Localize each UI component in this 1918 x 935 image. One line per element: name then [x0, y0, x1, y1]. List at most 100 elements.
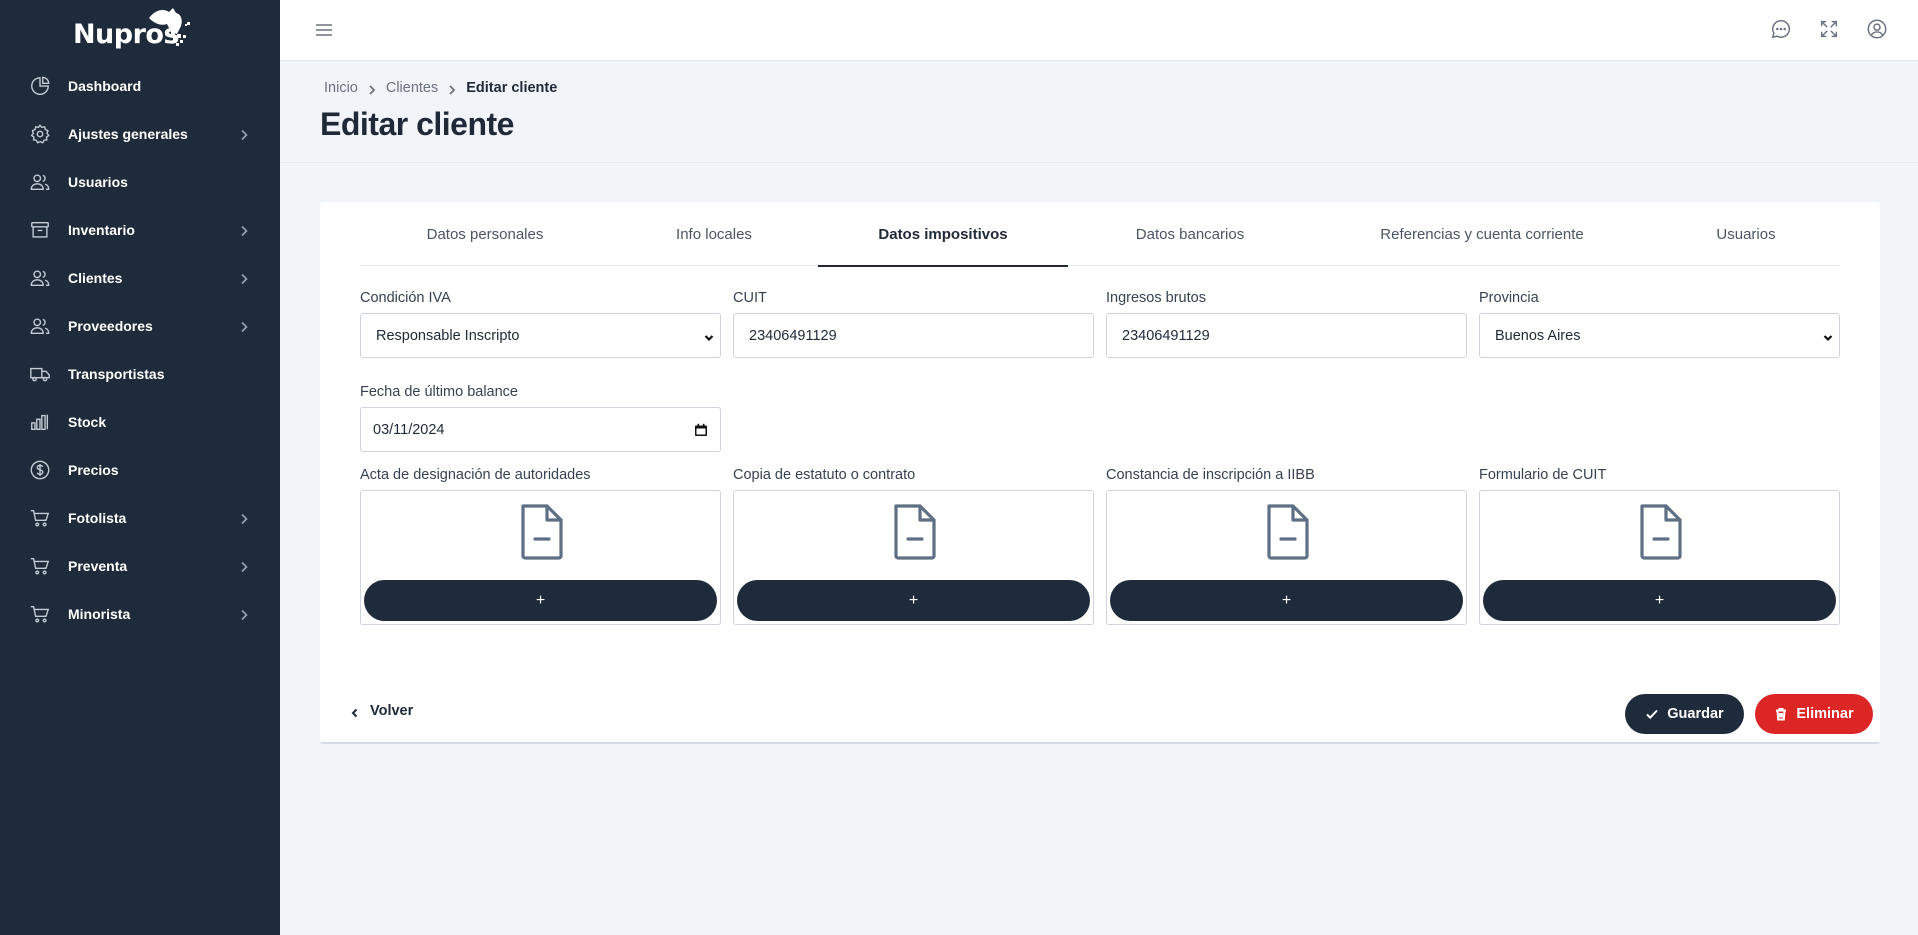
tab-bar: Datos personales Info locales Datos impo… — [360, 202, 1840, 267]
sidebar-item-label: Minorista — [68, 606, 131, 622]
upload-iibb-dropzone[interactable]: + — [1106, 490, 1467, 625]
chevron-down-icon — [704, 331, 714, 342]
upload-cuit-label: Formulario de CUIT — [1479, 467, 1607, 483]
users-icon — [29, 267, 51, 289]
condicion-iva-select[interactable]: Responsable Inscripto — [360, 313, 721, 358]
tab-referencias-cuenta-corriente[interactable]: Referencias y cuenta corriente — [1312, 202, 1652, 266]
cart-icon — [29, 603, 51, 625]
tab-datos-bancarios[interactable]: Datos bancarios — [1068, 202, 1312, 266]
upload-iibb-field: Constancia de inscripción a IIBB + — [1106, 467, 1467, 625]
sidebar-item-proveedores[interactable]: Proveedores — [0, 302, 280, 350]
fecha-balance-input[interactable]: 03/11/2024 — [360, 407, 721, 452]
sidebar-item-inventario[interactable]: Inventario — [0, 206, 280, 254]
chevron-right-icon — [238, 272, 250, 285]
sidebar: Nupros Dashboard Ajustes generales Usuar… — [0, 0, 280, 935]
chevron-right-icon — [238, 224, 250, 237]
sidebar-item-preventa[interactable]: Preventa — [0, 542, 280, 590]
document-icon — [1636, 502, 1686, 562]
chevron-right-icon — [447, 83, 457, 95]
upload-acta-label: Acta de designación de autoridades — [360, 467, 591, 483]
sidebar-item-ajustes-generales[interactable]: Ajustes generales — [0, 110, 280, 158]
sidebar-item-minorista[interactable]: Minorista — [0, 590, 280, 638]
check-icon — [1646, 709, 1659, 720]
upload-acta-add-button[interactable]: + — [364, 580, 717, 621]
chevron-right-icon — [238, 128, 250, 141]
bar-chart-icon — [29, 411, 51, 433]
sidebar-item-label: Precios — [68, 462, 119, 478]
sidebar-item-label: Proveedores — [68, 318, 153, 334]
chat-icon[interactable] — [1770, 18, 1792, 40]
tab-datos-impositivos[interactable]: Datos impositivos — [818, 202, 1068, 267]
upload-iibb-label: Constancia de inscripción a IIBB — [1106, 467, 1315, 483]
document-icon — [1263, 502, 1313, 562]
user-circle-icon[interactable] — [1866, 18, 1888, 40]
sidebar-item-transportistas[interactable]: Transportistas — [0, 350, 280, 398]
fecha-balance-label: Fecha de último balance — [360, 384, 518, 400]
chevron-down-icon — [1823, 331, 1833, 342]
upload-cuit-field: Formulario de CUIT + — [1479, 467, 1840, 625]
sidebar-item-usuarios[interactable]: Usuarios — [0, 158, 280, 206]
upload-cuit-dropzone[interactable]: + — [1479, 490, 1840, 625]
condicion-iva-value: Responsable Inscripto — [376, 327, 520, 344]
upload-estatuto-add-button[interactable]: + — [737, 580, 1090, 621]
breadcrumb-current: Editar cliente — [466, 80, 558, 96]
sidebar-item-fotolista[interactable]: Fotolista — [0, 494, 280, 542]
sidebar-item-precios[interactable]: Precios — [0, 446, 280, 494]
sidebar-item-label: Ajustes generales — [68, 126, 188, 142]
save-button[interactable]: Guardar — [1625, 694, 1744, 734]
upload-acta-dropzone[interactable]: + — [360, 490, 721, 625]
pie-chart-icon — [29, 75, 51, 97]
sidebar-item-label: Transportistas — [68, 366, 165, 382]
chevron-right-icon — [238, 608, 250, 621]
condicion-iva-field: Condición IVA Responsable Inscripto — [360, 290, 721, 358]
tab-usuarios[interactable]: Usuarios — [1652, 202, 1840, 266]
users-icon — [29, 171, 51, 193]
provincia-field: Provincia Buenos Aires — [1479, 290, 1840, 358]
sidebar-item-stock[interactable]: Stock — [0, 398, 280, 446]
sidebar-item-label: Dashboard — [68, 78, 142, 94]
fecha-balance-value: 03/11/2024 — [373, 421, 445, 438]
sidebar-item-label: Stock — [68, 414, 107, 430]
cuit-field: CUIT 23406491129 — [733, 290, 1094, 358]
calendar-icon[interactable] — [694, 423, 708, 437]
header-divider — [280, 162, 1918, 163]
cart-icon — [29, 555, 51, 577]
chevron-right-icon — [367, 83, 377, 95]
menu-toggle-icon[interactable] — [313, 19, 335, 41]
chevron-right-icon — [238, 320, 250, 333]
archive-icon — [29, 219, 51, 241]
sidebar-item-label: Preventa — [68, 558, 128, 574]
chevron-right-icon — [238, 512, 250, 525]
cart-icon — [29, 507, 51, 529]
delete-button[interactable]: Eliminar — [1755, 694, 1873, 734]
sidebar-item-dashboard[interactable]: Dashboard — [0, 62, 280, 110]
upload-acta-field: Acta de designación de autoridades + — [360, 467, 721, 625]
cuit-input[interactable]: 23406491129 — [733, 313, 1094, 358]
back-label: Volver — [370, 703, 414, 719]
ingresos-brutos-field: Ingresos brutos 23406491129 — [1106, 290, 1467, 358]
tab-datos-personales[interactable]: Datos personales — [360, 202, 610, 266]
chevron-right-icon — [238, 560, 250, 573]
upload-estatuto-dropzone[interactable]: + — [733, 490, 1094, 625]
topbar — [280, 0, 1918, 61]
brand-logo[interactable]: Nupros — [0, 0, 280, 62]
sidebar-item-clientes[interactable]: Clientes — [0, 254, 280, 302]
ingresos-brutos-input[interactable]: 23406491129 — [1106, 313, 1467, 358]
sidebar-item-label: Clientes — [68, 270, 123, 286]
upload-estatuto-field: Copia de estatuto o contrato + — [733, 467, 1094, 625]
sidebar-item-label: Inventario — [68, 222, 135, 238]
upload-cuit-add-button[interactable]: + — [1483, 580, 1836, 621]
back-button[interactable]: Volver — [350, 703, 413, 719]
client-form-card: Datos personales Info locales Datos impo… — [320, 202, 1880, 744]
tab-info-locales[interactable]: Info locales — [610, 202, 818, 266]
provincia-select[interactable]: Buenos Aires — [1479, 313, 1840, 358]
cuit-value: 23406491129 — [749, 327, 837, 344]
truck-icon — [29, 363, 51, 385]
breadcrumb-clientes[interactable]: Clientes — [386, 80, 438, 96]
document-icon — [517, 502, 567, 562]
upload-iibb-add-button[interactable]: + — [1110, 580, 1463, 621]
fullscreen-icon[interactable] — [1818, 18, 1840, 40]
breadcrumb-inicio[interactable]: Inicio — [324, 80, 358, 96]
cuit-label: CUIT — [733, 290, 767, 306]
ingresos-brutos-value: 23406491129 — [1122, 327, 1210, 344]
